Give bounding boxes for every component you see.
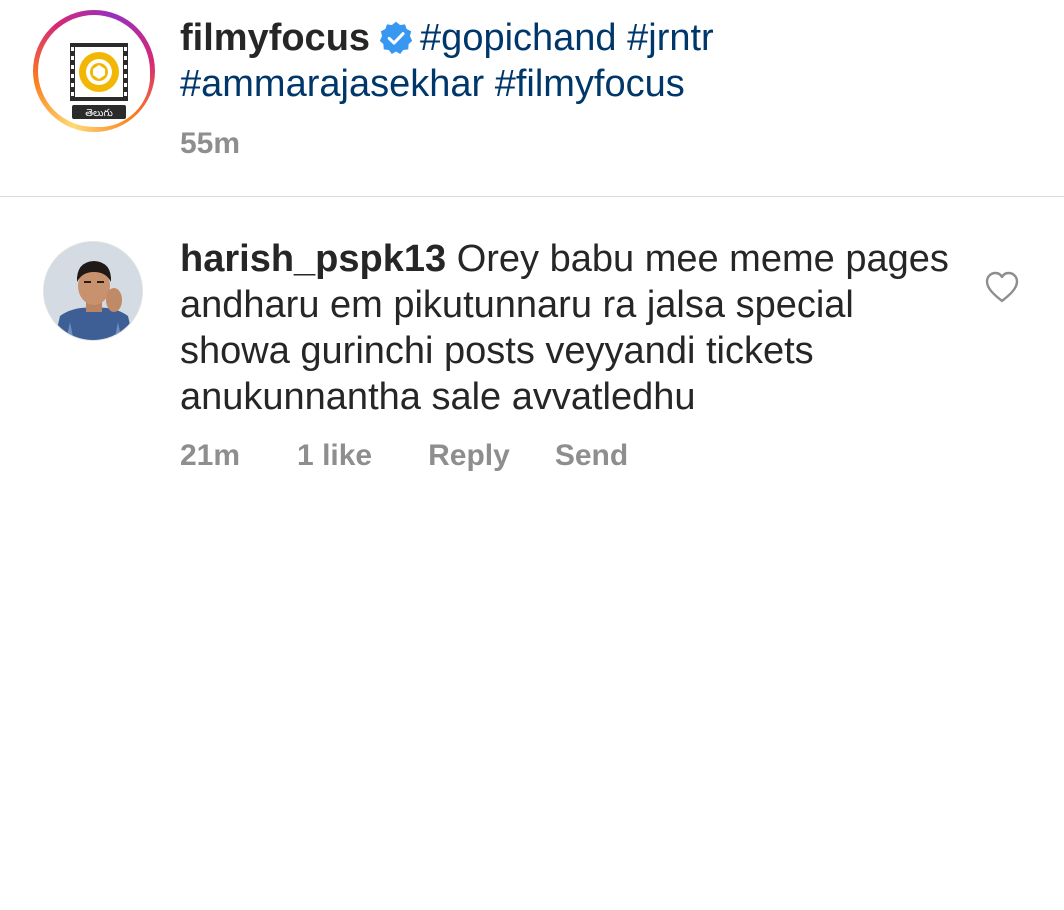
comment-text: harish_pspk13 Orey babu mee meme pages a… <box>180 236 960 420</box>
like-count-button[interactable]: 1 like <box>297 436 372 476</box>
comment-timestamp: 21m <box>180 439 241 472</box>
caption-timestamp: 55m <box>180 127 241 160</box>
send-button[interactable]: Send <box>555 436 628 476</box>
caption-text: filmyfocus #gopichand #jrntr #ammarajase… <box>180 15 900 107</box>
verified-badge-icon <box>379 21 413 55</box>
reply-button[interactable]: Reply <box>428 436 510 476</box>
commenter-avatar[interactable] <box>43 241 143 341</box>
caption-username[interactable]: filmyfocus <box>180 17 370 59</box>
post-caption: తెలుగు filmyfocus #gopichand #jrntr #amm… <box>0 0 1064 197</box>
hashtag-link[interactable]: #filmyfocus <box>495 63 685 105</box>
filmyfocus-avatar[interactable]: తెలుగు <box>48 25 150 127</box>
heart-outline-icon[interactable] <box>984 270 1020 304</box>
comment-item: harish_pspk13 Orey babu mee meme pages a… <box>0 198 1064 498</box>
filmyfocus-logo: తెలుగు <box>48 25 150 127</box>
hashtag-link[interactable]: #ammarajasekhar <box>180 63 484 105</box>
comment-username[interactable]: harish_pspk13 <box>180 238 446 280</box>
avatar-label: తెలుగు <box>85 108 113 119</box>
hashtag-link[interactable]: #jrntr <box>627 17 714 59</box>
hashtag-link[interactable]: #gopichand <box>420 17 617 59</box>
comment-actions: 21m 1 like Reply Send <box>180 436 628 476</box>
profile-photo <box>44 242 142 340</box>
story-ring[interactable]: తెలుగు <box>33 10 155 132</box>
